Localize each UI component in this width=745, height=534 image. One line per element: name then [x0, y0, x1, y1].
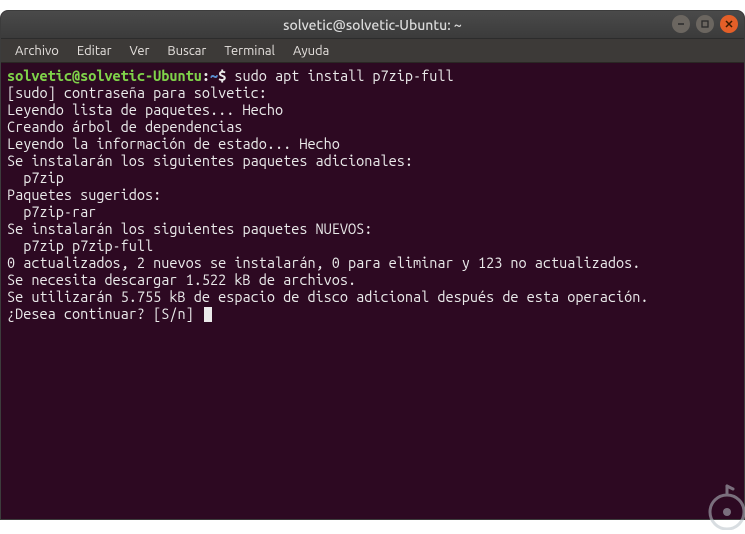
prompt-user-host: solvetic@solvetic-Ubuntu — [7, 67, 202, 84]
output-line: Se utilizarán 5.755 kB de espacio de dis… — [7, 288, 648, 305]
output-line: Se instalarán los siguientes paquetes NU… — [7, 220, 372, 237]
close-button[interactable] — [720, 15, 738, 33]
text-cursor — [204, 307, 212, 322]
maximize-button[interactable] — [696, 15, 714, 33]
output-line: p7zip-rar — [7, 203, 96, 220]
output-line: 0 actualizados, 2 nuevos se instalarán, … — [7, 254, 640, 271]
minimize-button[interactable] — [672, 15, 690, 33]
menu-editar[interactable]: Editar — [69, 42, 120, 60]
menu-terminal[interactable]: Terminal — [216, 42, 283, 60]
output-line: p7zip p7zip-full — [7, 237, 153, 254]
terminal-window: solvetic@solvetic-Ubuntu: ~ Archivo Edit… — [0, 10, 745, 520]
menu-buscar[interactable]: Buscar — [159, 42, 214, 60]
output-line: Leyendo lista de paquetes... Hecho — [7, 101, 283, 118]
window-title: solvetic@solvetic-Ubuntu: ~ — [283, 17, 462, 33]
output-line: Paquetes sugeridos: — [7, 186, 161, 203]
menu-ayuda[interactable]: Ayuda — [285, 42, 337, 60]
output-line: ¿Desea continuar? [S/n] — [7, 305, 202, 322]
output-line: Creando árbol de dependencias — [7, 118, 299, 135]
output-line: p7zip — [7, 169, 64, 186]
terminal-output-area[interactable]: solvetic@solvetic-Ubuntu:~$ sudo apt ins… — [1, 63, 744, 519]
output-line: Se necesita descargar 1.522 kB de archiv… — [7, 271, 356, 288]
menubar: Archivo Editar Ver Buscar Terminal Ayuda — [1, 39, 744, 63]
output-line: Se instalarán los siguientes paquetes ad… — [7, 152, 413, 169]
output-line: [sudo] contraseña para solvetic: — [7, 84, 275, 101]
output-line: Leyendo la información de estado... Hech… — [7, 135, 340, 152]
titlebar: solvetic@solvetic-Ubuntu: ~ — [1, 11, 744, 39]
prompt-sep: : — [202, 67, 210, 84]
menu-ver[interactable]: Ver — [122, 42, 158, 60]
window-controls — [672, 15, 738, 33]
prompt-dollar: $ — [218, 67, 226, 84]
prompt-path: ~ — [210, 67, 218, 84]
command-text: sudo apt install p7zip-full — [234, 67, 453, 84]
menu-archivo[interactable]: Archivo — [7, 42, 67, 60]
watermark-icon — [691, 476, 745, 530]
